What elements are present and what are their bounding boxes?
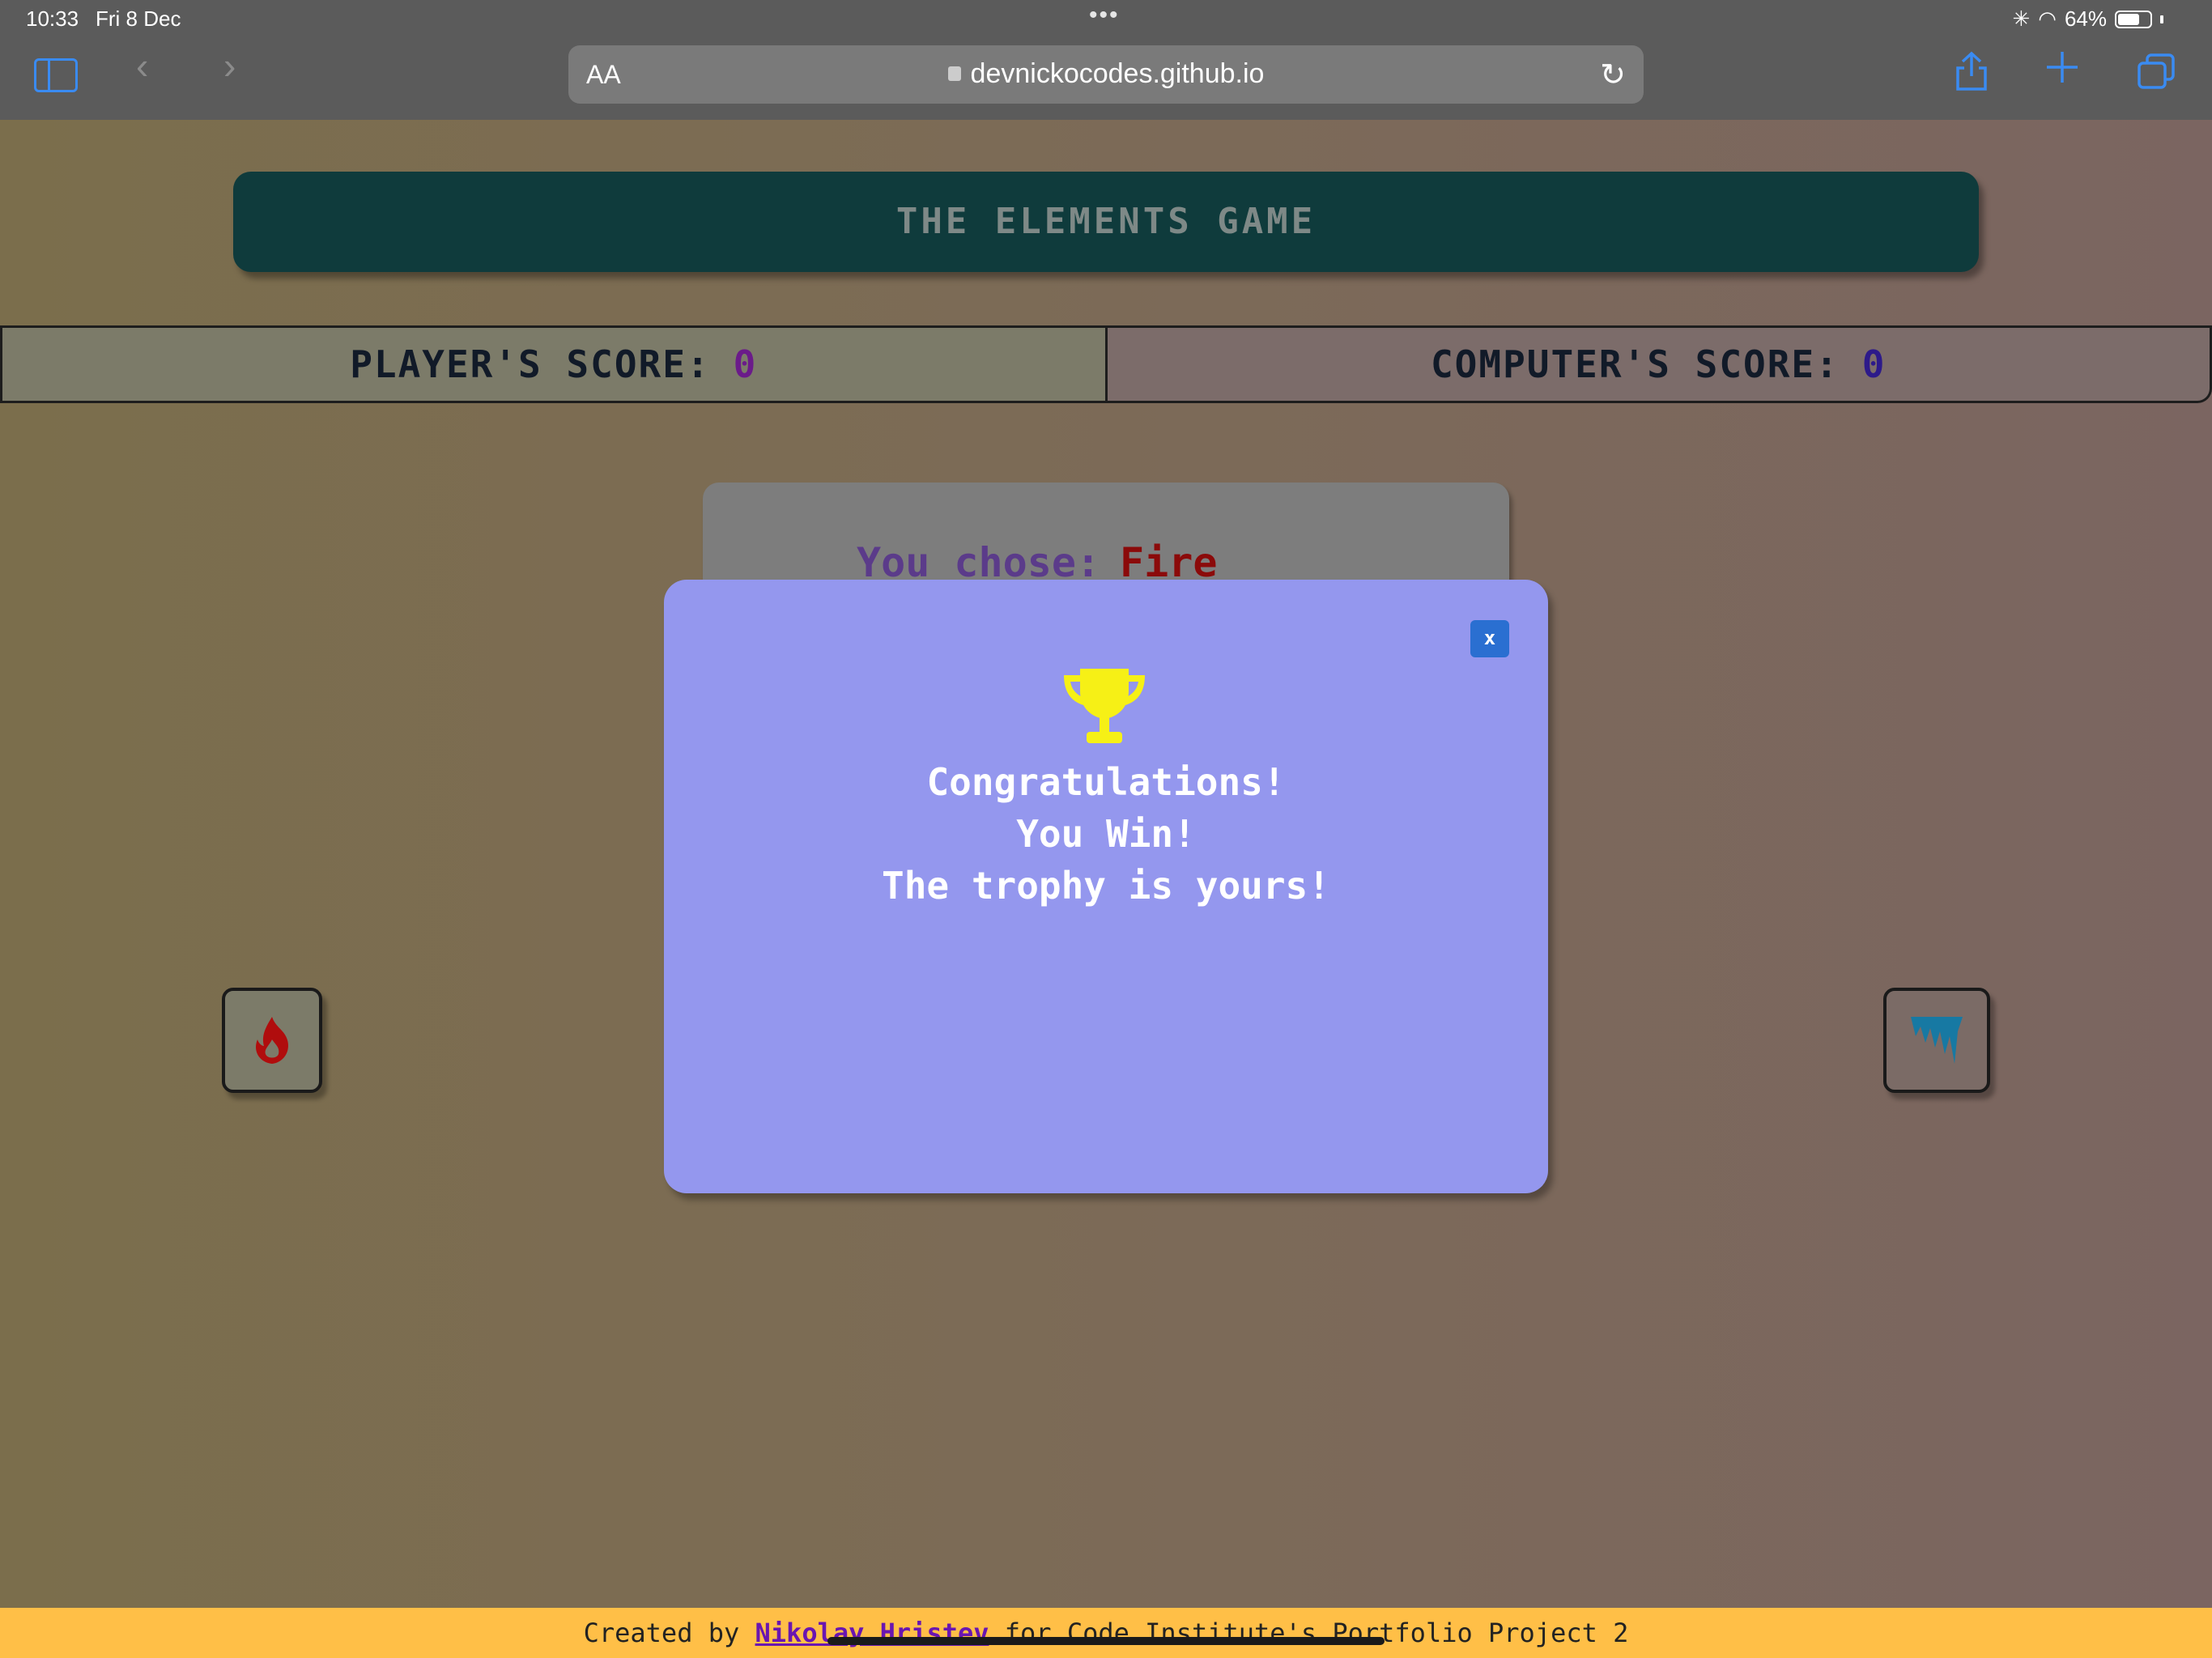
multitasking-dots[interactable]: ••• (1089, 2, 1120, 29)
status-indicators: ✳ ◠ 64% (2012, 6, 2163, 32)
win-line-3: The trophy is yours! (882, 864, 1330, 908)
back-icon[interactable]: ‹ (136, 47, 148, 84)
footer-prefix: Created by (583, 1618, 740, 1648)
status-time: 10:33 (26, 6, 79, 31)
wifi-icon: ◠ (2038, 6, 2057, 31)
close-modal-button[interactable]: x (1470, 620, 1509, 657)
battery-tip (2160, 15, 2163, 23)
page-footer: Created by Nikolay Hristev for Code Inst… (0, 1608, 2212, 1658)
browser-chrome: 10:33 Fri 8 Dec ••• ✳ ◠ 64% ‹ › AA devni… (0, 0, 2212, 120)
address-bar[interactable]: AA devnickocodes.github.io ↻ (568, 45, 1644, 104)
new-tab-icon[interactable] (2044, 49, 2081, 91)
home-indicator[interactable] (827, 1637, 1385, 1645)
lock-icon (947, 66, 961, 82)
trophy-icon (1064, 669, 1145, 743)
scoreboard: PLAYER'S SCORE: 0 COMPUTER'S SCORE: 0 (0, 325, 2212, 403)
player-score-label: PLAYER'S SCORE: (350, 342, 711, 386)
computer-score-panel: COMPUTER'S SCORE: 0 (1106, 325, 2212, 403)
battery-percent: 64% (2064, 6, 2107, 31)
result-panel: You chose: Fire (703, 483, 1509, 596)
share-icon[interactable] (1953, 50, 1990, 98)
game-page: THE ELEMENTS GAME PLAYER'S SCORE: 0 COMP… (0, 120, 2212, 1608)
icicle-icon (1911, 1017, 1963, 1064)
forward-icon[interactable]: › (223, 47, 236, 84)
url-display[interactable]: devnickocodes.github.io (568, 58, 1644, 90)
reload-icon[interactable]: ↻ (1600, 57, 1626, 93)
tabs-overview-icon[interactable] (2136, 52, 2176, 96)
battery-icon (2115, 10, 2152, 28)
win-line-2: You Win! (1016, 812, 1196, 856)
win-message: Congratulations! You Win! The trophy is … (664, 756, 1548, 912)
computer-score-label: COMPUTER'S SCORE: (1430, 342, 1840, 386)
sidebar-toggle-icon[interactable] (34, 58, 78, 92)
win-modal: x Congratulations! You Win! The trophy i… (664, 580, 1548, 1193)
fire-icon (256, 1017, 288, 1064)
player-score-value: 0 (733, 342, 758, 386)
player-score-panel: PLAYER'S SCORE: 0 (0, 325, 1107, 403)
computer-ice-choice[interactable] (1883, 988, 1990, 1093)
url-text: devnickocodes.github.io (970, 58, 1265, 89)
win-line-1: Congratulations! (926, 760, 1286, 804)
player-fire-choice[interactable] (222, 988, 322, 1093)
loading-icon: ✳ (2012, 6, 2031, 31)
status-date: Fri 8 Dec (96, 6, 181, 31)
computer-score-value: 0 (1861, 342, 1887, 386)
game-header: THE ELEMENTS GAME (233, 172, 1979, 272)
page-title: THE ELEMENTS GAME (895, 201, 1317, 242)
